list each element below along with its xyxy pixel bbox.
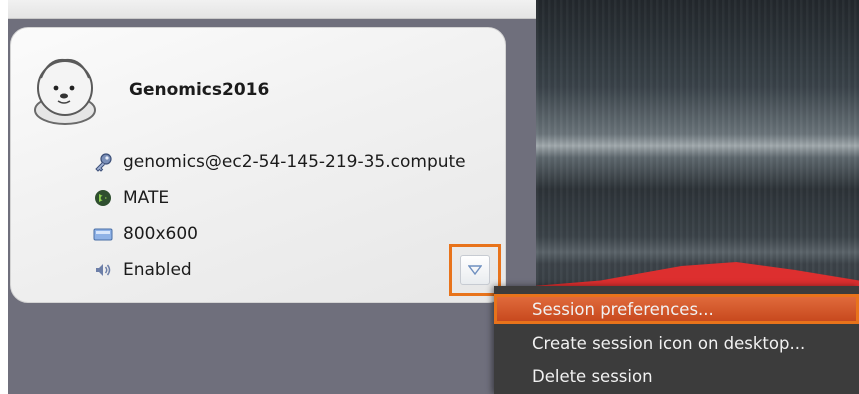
sound-text: Enabled xyxy=(123,260,192,280)
toolbar-strip xyxy=(8,0,536,19)
avatar xyxy=(25,48,105,128)
sound-row: Enabled xyxy=(93,258,192,282)
context-menu: Session preferences... Create session ic… xyxy=(494,286,859,394)
desktop-text: MATE xyxy=(123,188,170,208)
server-row: genomics@ec2-54-145-219-35.compute xyxy=(93,150,466,174)
server-text: genomics@ec2-54-145-219-35.compute xyxy=(123,152,466,172)
sound-icon xyxy=(93,260,113,280)
seal-avatar-icon xyxy=(34,58,96,125)
dropdown-inner[interactable] xyxy=(460,255,490,285)
session-card[interactable]: Genomics2016 genomics@ec2-54-145-219-35.… xyxy=(10,27,506,303)
mate-icon xyxy=(93,188,113,208)
session-name: Genomics2016 xyxy=(129,80,270,100)
dropdown-arrow-icon xyxy=(468,265,482,275)
resolution-text: 800x600 xyxy=(123,224,198,244)
key-icon xyxy=(93,152,113,172)
display-icon xyxy=(93,224,113,244)
session-list-pane: Genomics2016 genomics@ec2-54-145-219-35.… xyxy=(8,0,536,394)
desktop-row: MATE xyxy=(93,186,169,210)
menu-item-session-preferences[interactable]: Session preferences... xyxy=(494,294,859,324)
resolution-row: 800x600 xyxy=(93,222,198,246)
menu-item-delete-session[interactable]: Delete session xyxy=(494,361,859,391)
menu-item-create-session-icon[interactable]: Create session icon on desktop... xyxy=(494,328,859,358)
